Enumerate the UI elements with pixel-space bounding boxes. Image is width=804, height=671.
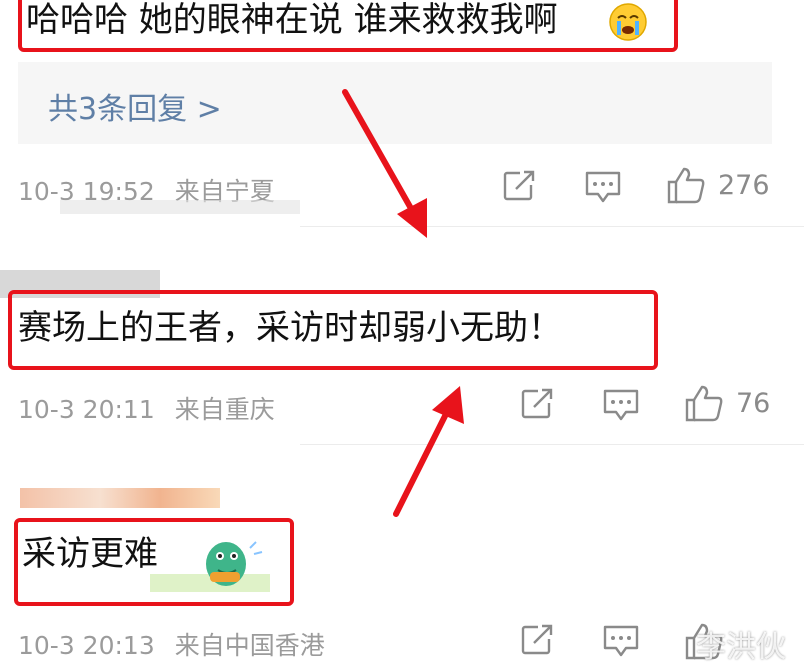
dinosaur-sticker <box>150 534 270 596</box>
comment-text-3: 采访更难 <box>22 534 158 574</box>
comment-icon[interactable] <box>602 624 640 658</box>
crying-face-emoji <box>606 2 650 46</box>
comment-icon[interactable] <box>602 388 640 422</box>
comment-meta-2: 10-3 20:11 来自重庆 <box>18 390 275 426</box>
blurred-username <box>60 200 300 214</box>
like-icon[interactable] <box>666 166 706 204</box>
blurred-username <box>20 488 220 508</box>
share-icon[interactable] <box>520 388 554 420</box>
timestamp: 10-3 20:13 <box>18 631 155 660</box>
like-count-2: 76 <box>736 388 771 419</box>
like-icon[interactable] <box>684 384 724 422</box>
watermark: 李洪伙 <box>696 630 786 665</box>
red-arrow-down <box>335 88 445 252</box>
timestamp: 10-3 20:11 <box>18 395 155 424</box>
share-icon[interactable] <box>502 170 536 202</box>
comment-icon[interactable] <box>584 170 622 204</box>
share-icon[interactable] <box>520 624 554 656</box>
comment-text-2: 赛场上的王者，采访时却弱小无助！ <box>18 308 562 348</box>
location: 来自中国香港 <box>174 631 325 660</box>
like-count-1: 276 <box>718 170 770 201</box>
location: 来自重庆 <box>174 395 275 424</box>
view-replies-link[interactable]: 共3条回复 > <box>48 84 222 128</box>
comment-meta-3: 10-3 20:13 来自中国香港 <box>18 626 325 662</box>
comment-text-1: 哈哈哈 她的眼神在说 谁来救救我啊 <box>26 0 558 40</box>
red-arrow-up <box>380 380 480 534</box>
divider <box>300 444 804 445</box>
